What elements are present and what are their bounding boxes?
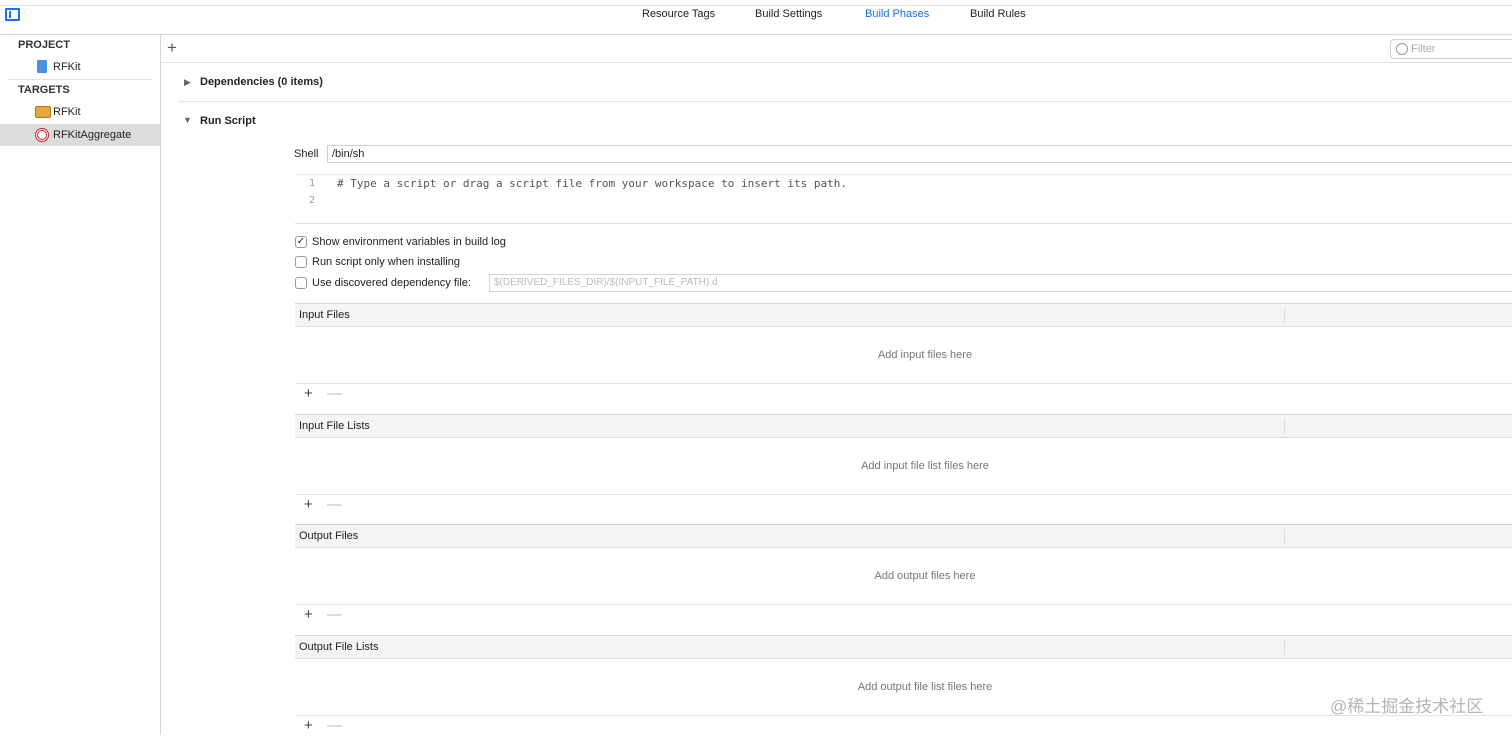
input-file-lists-section: Input File Lists Add input file list fil… xyxy=(295,414,1512,524)
filter-input[interactable]: Filter xyxy=(1390,39,1512,59)
section-header: Input File Lists xyxy=(295,414,1512,438)
tab-build-phases[interactable]: Build Phases xyxy=(865,8,929,20)
tab-resource-tags[interactable]: Resource Tags xyxy=(642,8,715,20)
sidebar-item-label: RFKitAggregate xyxy=(53,129,132,141)
add-phase-button[interactable]: + xyxy=(167,38,177,58)
sidebar-item-target-rfkit[interactable]: RFKit xyxy=(0,101,160,123)
sidebar-item-target-rfkitaggregate[interactable]: RFKitAggregate xyxy=(0,124,160,146)
shell-input[interactable]: /bin/sh xyxy=(327,145,1512,163)
tab-build-rules[interactable]: Build Rules xyxy=(970,8,1026,20)
empty-hint: Add input file list files here xyxy=(861,460,989,472)
line-number: 1 xyxy=(309,178,316,189)
section-header: Input Files xyxy=(295,303,1512,327)
line-number: 2 xyxy=(309,195,316,206)
targets-header: TARGETS xyxy=(18,84,70,96)
remove-file-button[interactable]: — xyxy=(327,496,342,513)
filter-icon xyxy=(1396,43,1408,55)
remove-file-button[interactable]: — xyxy=(327,606,342,623)
section-header: Output File Lists xyxy=(295,635,1512,659)
script-editor[interactable]: 1 # Type a script or drag a script file … xyxy=(295,174,1512,224)
phase-dependencies[interactable]: Dependencies (0 items) xyxy=(200,76,323,88)
navigator-toggle-icon[interactable] xyxy=(5,8,20,21)
empty-hint: Add output file list files here xyxy=(857,681,993,693)
run-only-installing-checkbox[interactable] xyxy=(295,256,307,268)
disclosure-collapsed-icon[interactable]: ▶ xyxy=(184,77,191,88)
add-file-button[interactable]: + xyxy=(304,385,313,402)
empty-hint: Add input files here xyxy=(877,349,973,361)
phase-run-script[interactable]: Run Script xyxy=(200,115,256,127)
remove-file-button[interactable]: — xyxy=(327,385,342,402)
file-drop-area[interactable]: Add input files here xyxy=(295,327,1512,384)
output-file-lists-section: Output File Lists Add output file list f… xyxy=(295,635,1512,745)
use-dependency-file-checkbox[interactable] xyxy=(295,277,307,289)
empty-hint: Add output files here xyxy=(874,570,976,582)
file-drop-area[interactable]: Add output files here xyxy=(295,548,1512,605)
file-drop-area[interactable]: Add input file list files here xyxy=(295,438,1512,495)
project-target-sidebar: PROJECT RFKit TARGETS RFKit RFKitAggrega… xyxy=(0,35,161,735)
aggregate-target-icon xyxy=(35,128,49,142)
add-file-button[interactable]: + xyxy=(304,496,313,513)
add-file-button[interactable]: + xyxy=(304,717,313,734)
filter-placeholder: Filter xyxy=(1411,43,1436,55)
project-file-icon xyxy=(37,60,47,73)
watermark: @稀土掘金技术社区 xyxy=(1330,697,1484,716)
input-files-section: Input Files Add input files here + — xyxy=(295,303,1512,413)
add-file-button[interactable]: + xyxy=(304,606,313,623)
output-files-section: Output Files Add output files here + — xyxy=(295,524,1512,634)
section-title: Output Files xyxy=(299,530,359,542)
show-env-vars-label: Show environment variables in build log xyxy=(312,236,506,248)
use-dependency-file-label: Use discovered dependency file: xyxy=(312,277,471,289)
sidebar-item-label: RFKit xyxy=(53,106,81,118)
divider xyxy=(8,79,152,80)
script-line: # Type a script or drag a script file fr… xyxy=(337,177,847,190)
project-header: PROJECT xyxy=(18,39,70,51)
section-title: Input File Lists xyxy=(299,420,370,432)
dependency-file-input[interactable]: $(DERIVED_FILES_DIR)/$(INPUT_FILE_PATH).… xyxy=(489,274,1512,292)
section-title: Output File Lists xyxy=(299,641,379,653)
remove-file-button[interactable]: — xyxy=(327,717,342,734)
divider xyxy=(161,62,1512,63)
show-env-vars-checkbox[interactable]: ✓ xyxy=(295,236,307,248)
run-only-installing-label: Run script only when installing xyxy=(312,256,460,268)
section-header: Output Files xyxy=(295,524,1512,548)
section-title: Input Files xyxy=(299,309,350,321)
framework-toolbox-icon xyxy=(35,106,51,118)
shell-label: Shell xyxy=(294,148,319,160)
sidebar-item-label: RFKit xyxy=(53,61,81,73)
divider xyxy=(178,101,1512,102)
sidebar-item-project-rfkit[interactable]: RFKit xyxy=(0,56,160,78)
disclosure-expanded-icon[interactable]: ▼ xyxy=(183,115,192,125)
tab-build-settings[interactable]: Build Settings xyxy=(755,8,822,20)
